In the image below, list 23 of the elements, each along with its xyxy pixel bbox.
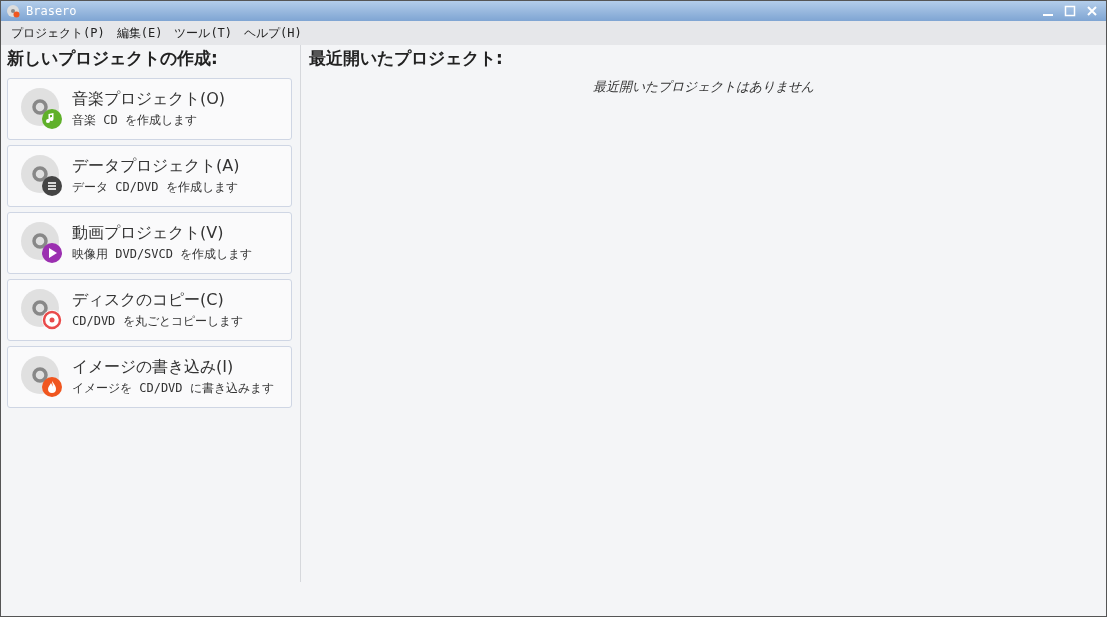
- project-button[interactable]: イメージの書き込み(I) イメージを CD/DVD に書き込みます: [7, 346, 292, 408]
- menu-item[interactable]: プロジェクト(P): [5, 24, 111, 42]
- minimize-icon: [1043, 14, 1053, 16]
- window-title: Brasero: [26, 4, 78, 18]
- disc-icon: [20, 288, 64, 332]
- menu-item[interactable]: ツール(T): [168, 24, 239, 42]
- project-button[interactable]: 音楽プロジェクト(O) 音楽 CD を作成します: [7, 78, 292, 140]
- project-button[interactable]: 動画プロジェクト(V) 映像用 DVD/SVCD を作成します: [7, 212, 292, 274]
- disc-icon: [20, 154, 64, 198]
- maximize-icon: [1064, 5, 1076, 17]
- menu-item[interactable]: 編集(E): [110, 24, 169, 42]
- disc-icon: [20, 87, 64, 131]
- section-heading: 最近開いたプロジェクト:: [309, 47, 504, 70]
- disc-icon: [7, 4, 20, 18]
- empty-message: 最近開いたプロジェクトはありません: [593, 78, 814, 96]
- menu-item[interactable]: ヘルプ(H): [238, 24, 308, 42]
- section-heading: 新しいプロジェクトの作成:: [7, 47, 219, 70]
- disc-icon: [20, 355, 64, 399]
- close-icon: [1086, 5, 1098, 17]
- disc-icon: [20, 221, 64, 265]
- project-button[interactable]: データプロジェクト(A) データ CD/DVD を作成します: [7, 145, 292, 207]
- maximize-button[interactable]: [1062, 3, 1078, 19]
- project-button[interactable]: ディスクのコピー(C) CD/DVD を丸ごとコピーします: [7, 279, 292, 341]
